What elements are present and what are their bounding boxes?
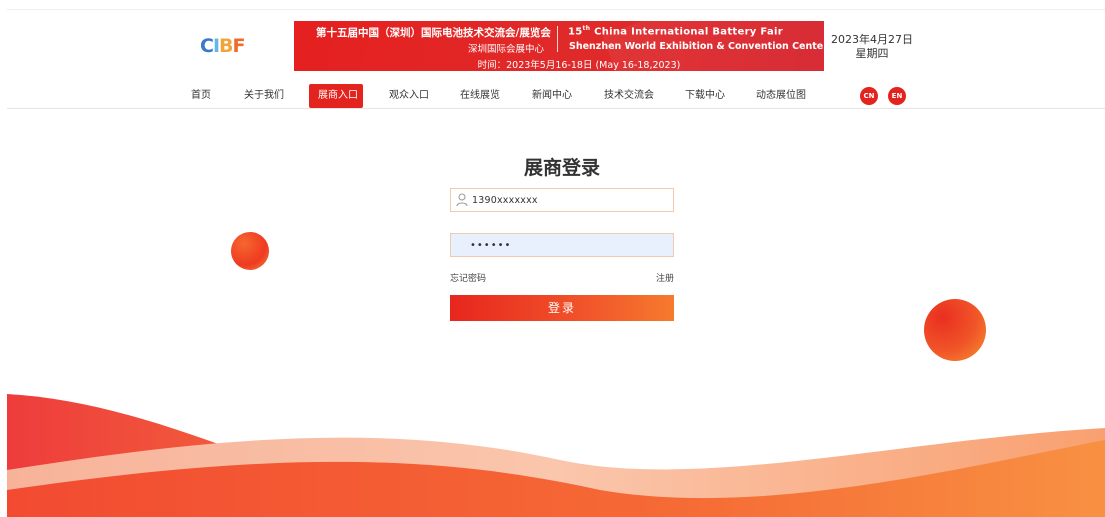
username-field[interactable]: 1390xxxxxxx: [450, 188, 674, 212]
weekday-text: 星期四: [855, 47, 889, 60]
nav-item-about[interactable]: 关于我们: [244, 84, 284, 108]
nav-item-exhibitor[interactable]: 展商入口: [309, 84, 363, 108]
cibf-logo[interactable]: CIBF: [200, 35, 260, 57]
nav-item-tech-conference[interactable]: 技术交流会: [604, 84, 654, 108]
nav-item-floor-plan[interactable]: 动态展位图: [756, 84, 806, 108]
lang-en-button[interactable]: EN: [888, 87, 906, 105]
event-banner: 第十五届中国（深圳）国际电池技术交流会/展览会 深圳国际会展中心 15th Ch…: [294, 21, 824, 71]
decor-circle-right: [924, 299, 986, 361]
login-title: 展商登录: [523, 157, 600, 179]
nav-item-downloads[interactable]: 下载中心: [685, 84, 725, 108]
decor-waves: [7, 394, 1105, 517]
banner-dates: 时间：2023年5月16-18日 (May 16-18,2023): [477, 60, 681, 71]
banner-divider: [557, 26, 558, 52]
password-field[interactable]: ••••••: [450, 233, 674, 257]
login-button[interactable]: 登录: [450, 295, 674, 321]
nav-item-news[interactable]: 新闻中心: [532, 84, 572, 108]
lang-cn-button[interactable]: CN: [860, 87, 878, 105]
nav-divider: [7, 108, 1105, 109]
current-date: 2023年4月27日 星期四: [828, 33, 916, 61]
banner-cn-venue: 深圳国际会展中心: [468, 44, 545, 55]
banner-cn-title: 第十五届中国（深圳）国际电池技术交流会/展览会: [316, 27, 551, 39]
banner-en-title: 15th China International Battery Fair: [568, 25, 783, 38]
main-nav: 首页 关于我们 展商入口 观众入口 在线展览 新闻中心 技术交流会 下载中心 动…: [0, 84, 1105, 108]
user-icon: [456, 193, 468, 207]
login-links: 忘记密码 注册: [450, 271, 674, 285]
nav-item-home[interactable]: 首页: [190, 84, 212, 108]
register-link[interactable]: 注册: [656, 271, 674, 284]
username-value: 1390xxxxxxx: [472, 194, 538, 206]
nav-item-visitor[interactable]: 观众入口: [389, 84, 429, 108]
password-value: ••••••: [470, 239, 512, 251]
nav-item-online-exhibition[interactable]: 在线展览: [460, 84, 500, 108]
banner-en-venue: Shenzhen World Exhibition & Convention C…: [569, 41, 824, 52]
top-divider: [7, 9, 1105, 10]
decor-circle-left: [231, 232, 269, 270]
date-text: 2023年4月27日: [831, 33, 913, 46]
forgot-password-link[interactable]: 忘记密码: [450, 271, 486, 284]
